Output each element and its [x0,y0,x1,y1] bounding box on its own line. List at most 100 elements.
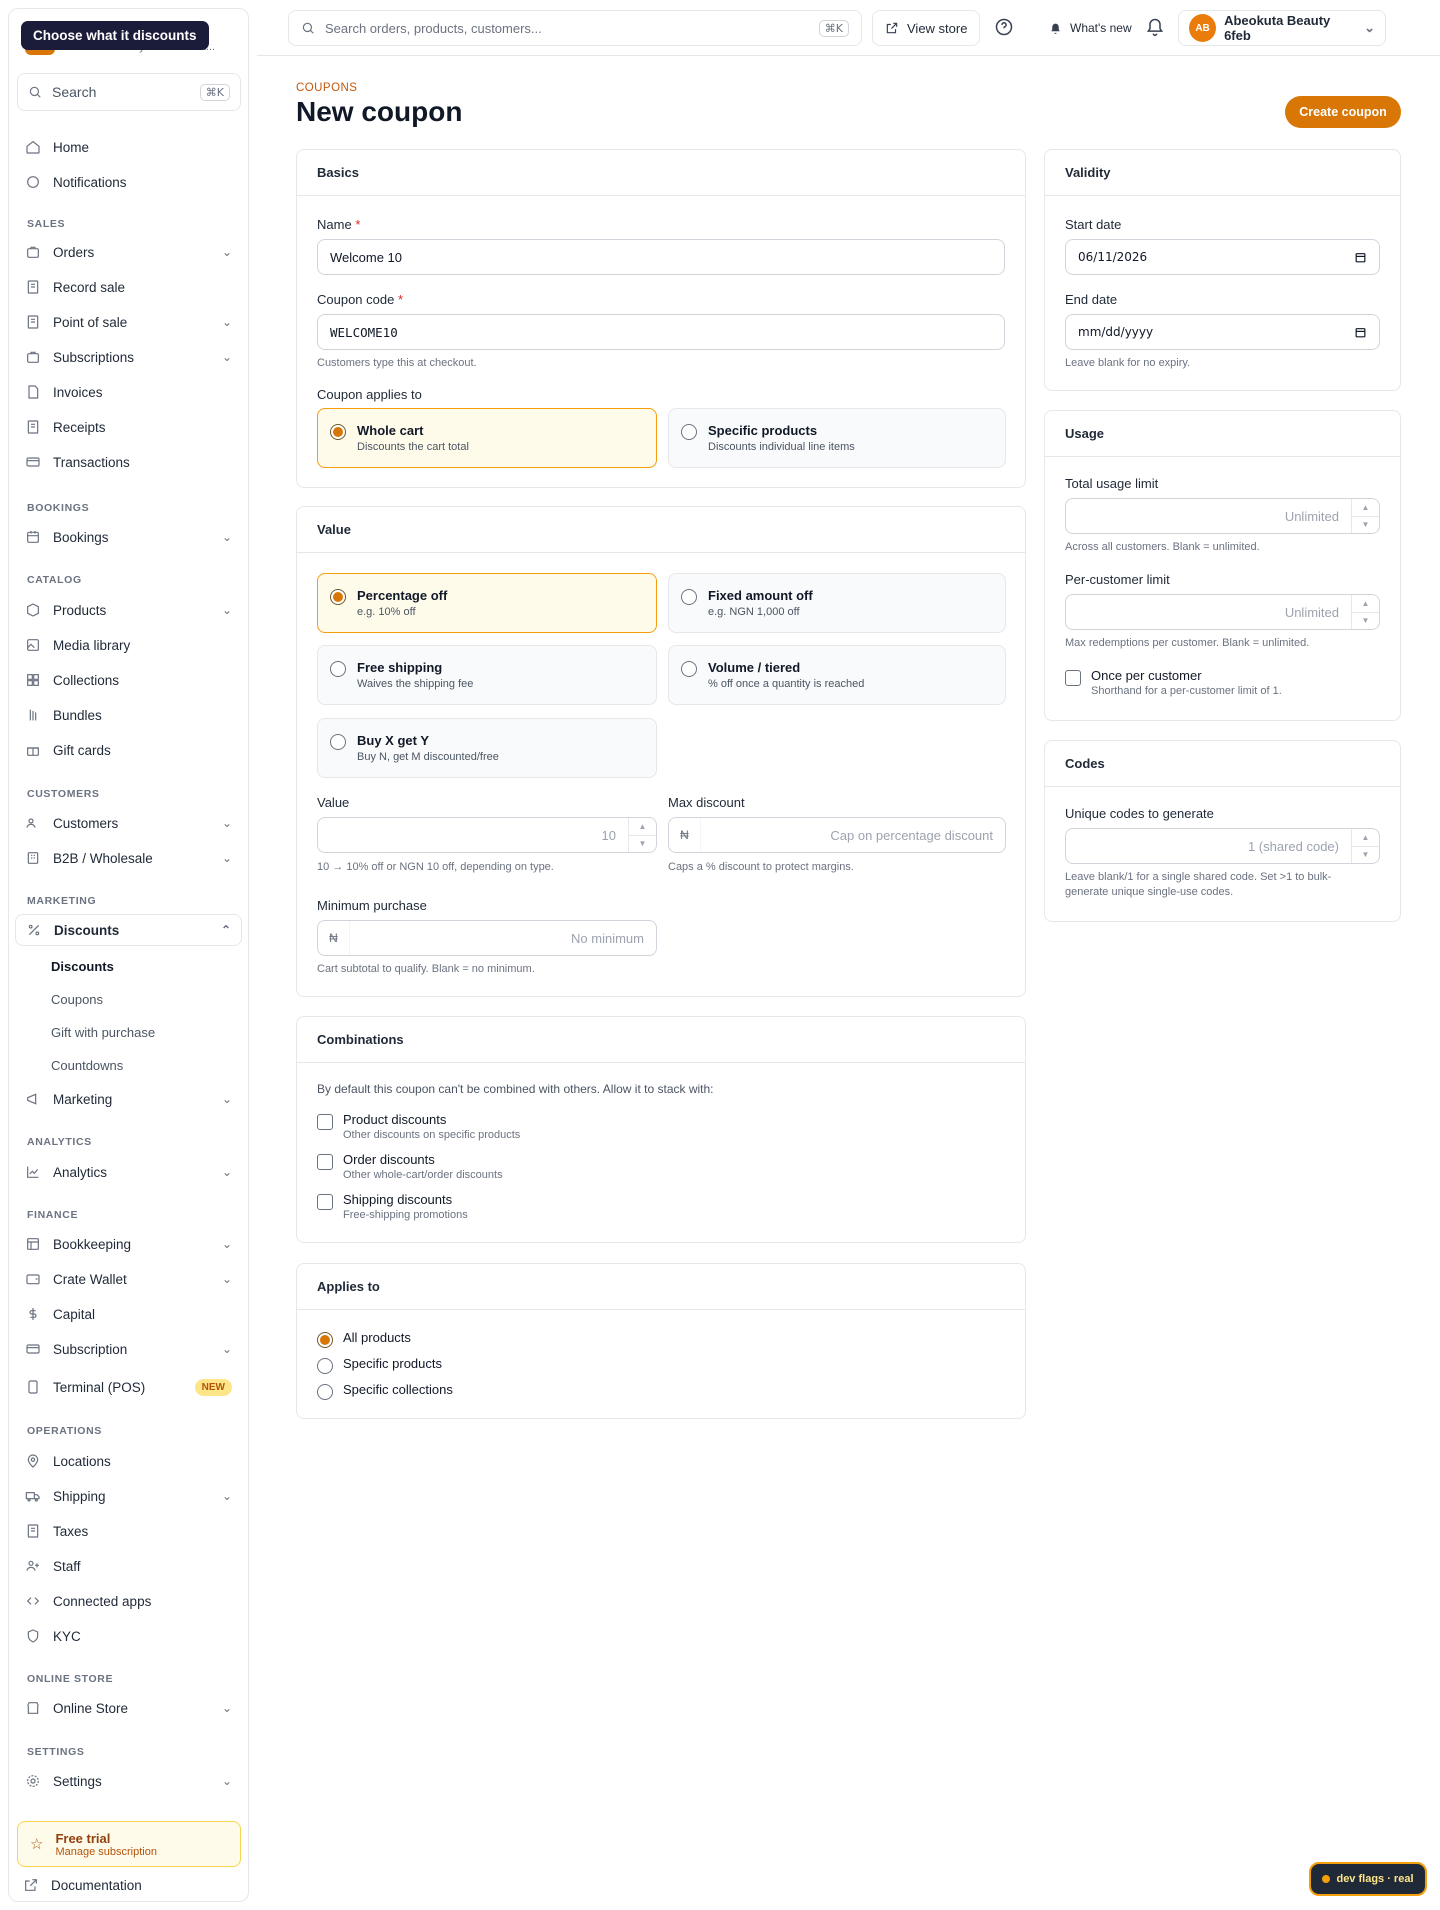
radio-buy-x-get-y[interactable] [330,734,346,750]
chevron-down-icon[interactable]: ▼ [1352,845,1379,864]
calendar-icon[interactable] [1354,251,1367,264]
end-date-input[interactable]: mm/dd/yyyy [1065,314,1380,350]
radio-specific-collections[interactable] [317,1384,333,1400]
chevron-down-icon[interactable]: ▼ [1352,611,1379,630]
sidebar-item-subscription[interactable]: Subscription ⌄ [15,1333,242,1365]
sidebar-item-gift-cards[interactable]: Gift cards [15,734,242,766]
help-icon[interactable] [994,17,1014,37]
box-icon [27,603,39,617]
shipping-discounts-label: Shipping discounts [343,1192,453,1207]
chevron-down-icon[interactable]: ▼ [629,834,656,853]
breadcrumb[interactable]: COUPONS [296,82,357,94]
chevron-up-icon[interactable]: ▲ [1352,595,1379,612]
sidebar-item-discounts[interactable]: Discounts ⌃ [15,914,242,946]
option-volume-tiered[interactable]: Volume / tiered % off once a quantity is … [668,645,1006,705]
chevron-up-icon[interactable]: ▲ [1352,499,1379,516]
sidebar-item-record-sale[interactable]: Record sale [15,271,242,303]
max-discount-input[interactable]: ₦ Cap on percentage discount [668,817,1006,853]
radio-whole-cart[interactable] [330,424,346,440]
sidebar-item-crate-wallet[interactable]: Crate Wallet ⌄ [15,1263,242,1295]
radio-volume-tiered[interactable] [681,661,697,677]
sidebar-item-products[interactable]: Products ⌄ [15,594,242,626]
sidebar-item-collections[interactable]: Collections [15,664,242,696]
radio-free-shipping[interactable] [330,661,346,677]
coupon-code-input[interactable]: WELCOME10 [317,314,1005,350]
sidebar-item-subscriptions[interactable]: Subscriptions ⌄ [15,341,242,373]
whats-new-button[interactable]: What's new [1037,10,1144,46]
sidebar-item-analytics[interactable]: Analytics ⌄ [15,1156,242,1188]
sidebar-item-online-store[interactable]: Online Store ⌄ [15,1692,242,1724]
sidebar-item-bundles[interactable]: Bundles [15,699,242,731]
per-customer-stepper[interactable]: ▲ ▼ [1351,595,1379,629]
calendar-icon[interactable] [1354,326,1367,339]
sub-item-gift-with-purchase[interactable]: Gift with purchase [51,1025,155,1040]
per-customer-input[interactable]: Unlimited ▲ ▼ [1065,594,1380,630]
global-search-input[interactable]: Search orders, products, customers... ⌘K [288,10,862,46]
sidebar-item-marketing[interactable]: Marketing ⌄ [15,1083,242,1115]
chevron-up-icon[interactable]: ▲ [629,818,656,835]
sidebar-item-invoices[interactable]: Invoices [15,376,242,408]
dev-flags-label: dev flags · real [1336,1873,1414,1885]
sidebar-item-label: Subscription [53,1341,128,1357]
option-fixed-amount-off[interactable]: Fixed amount off e.g. NGN 1,000 off [668,573,1006,633]
value-stepper[interactable]: ▲ ▼ [628,818,656,852]
sidebar-item-orders[interactable]: Orders ⌄ [15,236,242,268]
sidebar-item-staff[interactable]: Staff [15,1550,242,1582]
create-coupon-button[interactable]: Create coupon [1285,96,1401,128]
sidebar-item-taxes[interactable]: Taxes [15,1515,242,1547]
unique-codes-input[interactable]: 1 (shared code) ▲ ▼ [1065,828,1380,864]
unique-codes-help-line-2: generate unique single-use codes. [1065,886,1234,898]
option-buy-x-get-y[interactable]: Buy X get Y Buy N, get M discounted/free [317,718,657,778]
dev-flags-button[interactable]: dev flags · real [1309,1862,1427,1896]
documentation-link[interactable]: Documentation [23,1877,142,1893]
radio-specific-products[interactable] [681,424,697,440]
sub-item-discounts[interactable]: Discounts [51,959,114,974]
sidebar-item-locations[interactable]: Locations [15,1445,242,1477]
name-input[interactable]: Welcome 10 [317,239,1005,275]
sidebar-item-b2b[interactable]: B2B / Wholesale ⌄ [15,842,242,874]
sidebar-item-terminal-pos[interactable]: Terminal (POS) NEW [15,1371,242,1403]
start-date-input[interactable]: 06/11/2026 [1065,239,1380,275]
view-store-button[interactable]: View store [872,10,981,46]
checkbox-shipping-discounts[interactable] [317,1194,333,1210]
sidebar-item-label: Media library [53,637,131,653]
option-free-shipping[interactable]: Free shipping Waives the shipping fee [317,645,657,705]
sidebar-item-kyc[interactable]: KYC [15,1620,242,1652]
sidebar-search[interactable]: Search ⌘K [17,73,241,111]
bell-icon[interactable] [1145,17,1165,37]
radio-percentage-off[interactable] [330,589,346,605]
free-trial-card[interactable]: ☆ Free trial Manage subscription [17,1821,241,1867]
option-percentage-off[interactable]: Percentage off e.g. 10% off [317,573,657,633]
sidebar-item-notifications[interactable]: Notifications [15,166,242,198]
sidebar-item-customers[interactable]: Customers ⌄ [15,807,242,839]
sidebar-item-point-of-sale[interactable]: Point of sale ⌄ [15,306,242,338]
sidebar-item-bookings[interactable]: Bookings ⌄ [15,521,242,553]
sidebar-item-home[interactable]: Home [15,131,242,163]
account-menu[interactable]: AB Abeokuta Beauty 6feb ⌄ [1178,10,1386,46]
sidebar-item-bookkeeping[interactable]: Bookkeeping ⌄ [15,1228,242,1260]
sidebar-item-shipping[interactable]: Shipping ⌄ [15,1480,242,1512]
option-whole-cart[interactable]: Whole cart Discounts the cart total [317,408,657,468]
radio-fixed-amount-off[interactable] [681,589,697,605]
sidebar-item-media-library[interactable]: Media library [15,629,242,661]
sidebar-item-capital[interactable]: Capital [15,1298,242,1330]
checkbox-order-discounts[interactable] [317,1154,333,1170]
sub-item-countdowns[interactable]: Countdowns [51,1058,123,1073]
unique-codes-stepper[interactable]: ▲ ▼ [1351,829,1379,863]
checkbox-once-per-customer[interactable] [1065,670,1081,686]
total-usage-input[interactable]: Unlimited ▲ ▼ [1065,498,1380,534]
chevron-down-icon[interactable]: ▼ [1352,515,1379,534]
chevron-up-icon[interactable]: ▲ [1352,829,1379,846]
sidebar-item-receipts[interactable]: Receipts [15,411,242,443]
sidebar-item-transactions[interactable]: Transactions [15,446,242,478]
radio-all-products[interactable] [317,1332,333,1348]
checkbox-product-discounts[interactable] [317,1114,333,1130]
sidebar-item-settings[interactable]: Settings ⌄ [15,1765,242,1797]
total-usage-stepper[interactable]: ▲ ▼ [1351,499,1379,533]
value-input[interactable]: 10 ▲ ▼ [317,817,657,853]
radio-specific-products[interactable] [317,1358,333,1374]
minimum-purchase-input[interactable]: ₦ No minimum [317,920,657,956]
sub-item-coupons[interactable]: Coupons [51,992,103,1007]
sidebar-item-connected-apps[interactable]: Connected apps [15,1585,242,1617]
option-specific-products[interactable]: Specific products Discounts individual li… [668,408,1006,468]
